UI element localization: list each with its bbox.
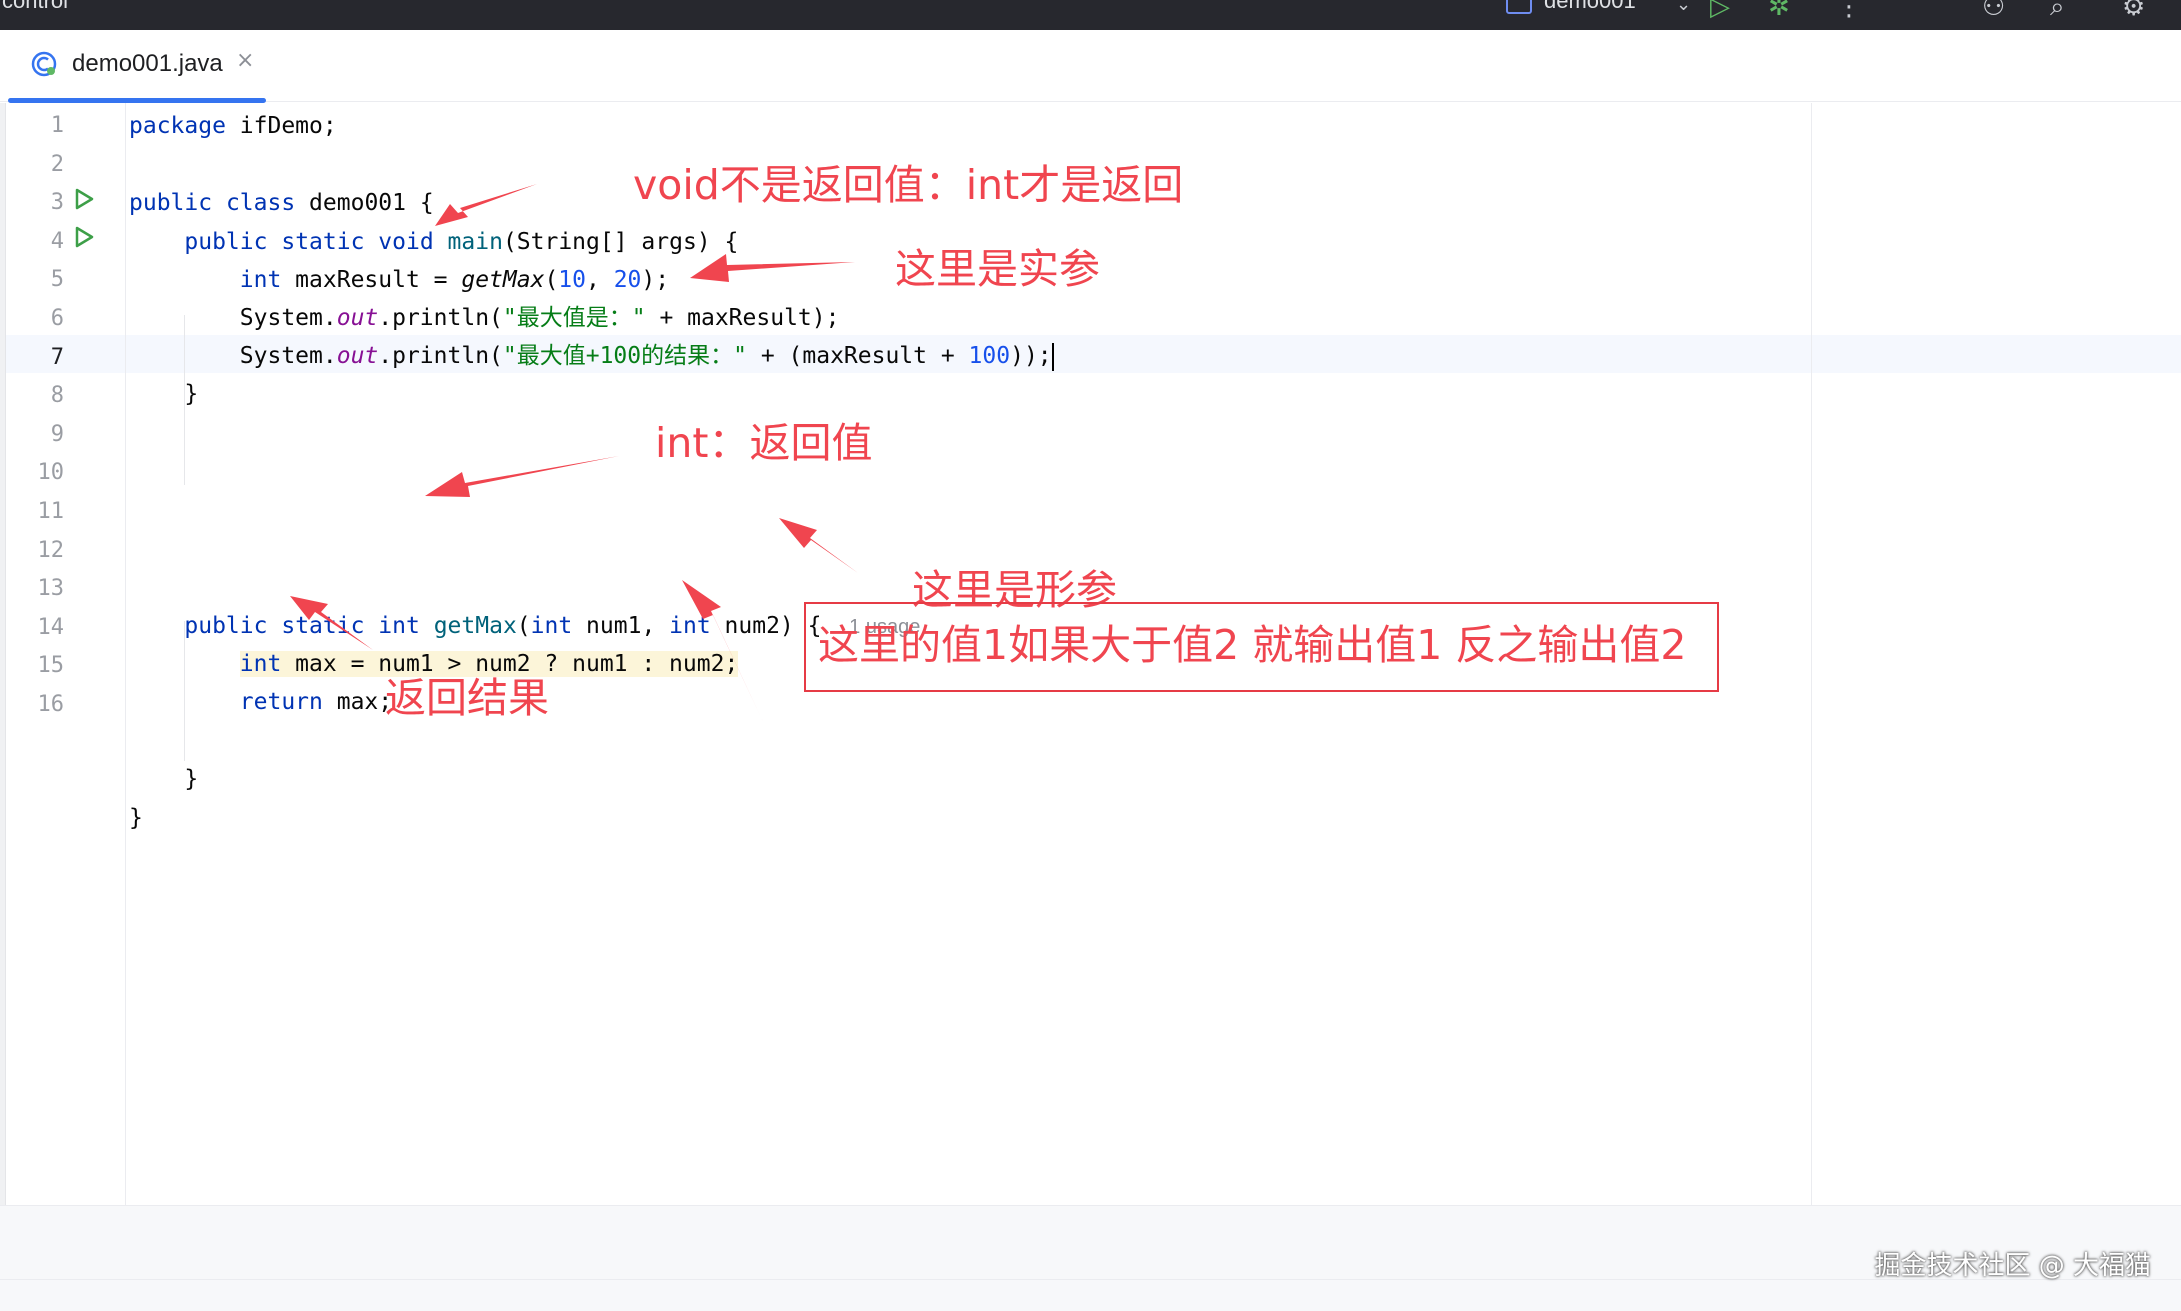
add-user-icon[interactable]: ⚇ — [1982, 0, 2005, 22]
tab-label: demo001.java — [72, 50, 223, 77]
line-number: 14 — [37, 614, 65, 640]
line-number: 13 — [37, 576, 65, 602]
annotation-void: void不是返回值：int才是返回 — [633, 161, 1184, 209]
tab-demo001-java[interactable]: demo001.java × — [8, 30, 266, 102]
line-number: 11 — [37, 499, 65, 524]
editor-tab-bar: demo001.java × — [0, 30, 2181, 103]
side-strip — [0, 103, 6, 1205]
bottom-panel — [0, 1205, 2181, 1279]
code-line-4[interactable]: public static void main(String[] args) { — [129, 223, 738, 261]
code-line-6[interactable]: System.out.println("最大值是：" + maxResult); — [129, 299, 840, 337]
line-number: 12 — [37, 537, 65, 563]
java-class-icon — [31, 51, 57, 77]
line-number: 7 — [50, 344, 64, 370]
gutter-divider — [125, 103, 126, 1205]
line-number: 6 — [50, 306, 64, 331]
chevron-down-icon[interactable]: ⌄ — [1676, 0, 1691, 20]
code-line-1[interactable]: package ifDemo; — [129, 107, 337, 145]
text-caret — [1051, 342, 1054, 371]
code-line-15[interactable]: } — [129, 760, 198, 798]
annotation-actual-params: 这里是实参 — [895, 245, 1100, 293]
title-bar-label: control — [2, 0, 69, 13]
status-bar — [0, 1279, 2181, 1311]
run-main-icon[interactable] — [72, 225, 96, 249]
line-number: 4 — [50, 228, 64, 254]
code-line-5[interactable]: int maxResult = getMax(10, 20); — [129, 261, 669, 299]
search-icon[interactable]: ⌕ — [2050, 0, 2065, 22]
line-number: 5 — [50, 267, 64, 293]
watermark: 掘金技术社区 @ 大福猫 — [1874, 1251, 2151, 1281]
line-number: 10 — [37, 460, 65, 486]
project-selector[interactable]: demo001 — [1544, 0, 1636, 14]
code-line-16[interactable]: } — [129, 799, 143, 837]
title-bar: control demo001 ⌄ ▷ ✲ ⋮ ⚇ ⌕ ⚙ — [0, 0, 2181, 30]
annotation-return-result: 返回结果 — [385, 674, 549, 722]
code-line-8[interactable]: } — [129, 375, 198, 413]
annotation-ternary: 这里的值1如果大于值2 就输出值1 反之输出值2 — [818, 621, 1687, 669]
line-number: 8 — [50, 383, 64, 409]
more-icon[interactable]: ⋮ — [1836, 0, 1862, 22]
line-number: 2 — [50, 151, 64, 177]
line-number: 9 — [50, 421, 64, 447]
code-line-13[interactable]: return max; — [129, 683, 392, 721]
run-icon[interactable]: ▷ — [1710, 0, 1730, 22]
line-number: 1 — [50, 113, 64, 138]
debug-icon[interactable]: ✲ — [1768, 0, 1790, 22]
line-number: 15 — [37, 653, 65, 679]
code-line-11[interactable]: public static int getMax(int num1, int n… — [129, 607, 920, 646]
code-line-3[interactable]: public class demo001 { — [129, 184, 434, 222]
annotation-return-type: int：返回值 — [655, 419, 873, 467]
line-number: 3 — [50, 190, 64, 216]
run-class-icon[interactable] — [72, 187, 96, 211]
settings-icon[interactable]: ⚙ — [2122, 0, 2145, 22]
close-icon[interactable]: × — [236, 48, 254, 73]
line-number: 16 — [37, 692, 65, 717]
code-line-7[interactable]: System.out.println("最大值+100的结果：" + (maxR… — [129, 337, 1054, 375]
right-margin-guide — [1811, 103, 1812, 1205]
project-icon[interactable] — [1506, 0, 1532, 14]
